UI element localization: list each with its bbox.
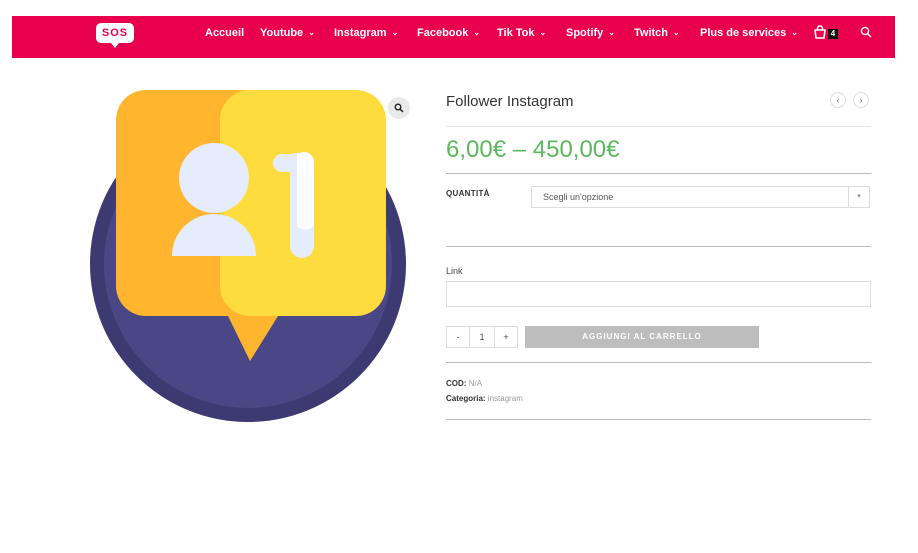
quantity-select-value: Scegli un'opzione [543,192,614,202]
category-label: Categoria: [446,394,486,403]
divider [446,246,871,247]
product-category: Categoria: instagram [446,394,523,403]
chevron-down-icon: ⌄ [308,28,315,37]
nav-item-plus-de-services[interactable]: Plus de services ⌄ [700,27,798,39]
add-to-cart-button[interactable]: AGGIUNGI AL CARRELLO [525,326,759,348]
nav-item-youtube[interactable]: Youtube ⌄ [260,27,315,39]
header-navbar: SOS Accueil Youtube ⌄ Instagram ⌄ Facebook… [12,16,895,58]
divider [446,362,871,363]
category-link[interactable]: instagram [488,394,523,403]
divider [446,419,871,420]
divider [446,173,871,174]
quantity-select[interactable]: Scegli un'opzione ▾ [531,186,870,208]
chevron-right-icon: › [859,95,863,105]
nav-item-accueil[interactable]: Accueil [205,27,244,39]
nav-item-label: Tik Tok [497,27,535,39]
nav-item-label: Spotify [566,27,604,39]
nav-item-twitch[interactable]: Twitch ⌄ [634,27,680,39]
chevron-down-icon: ⌄ [473,28,481,37]
chevron-down-icon: ⌄ [791,28,798,37]
nav-item-label: Youtube [260,27,304,39]
quantity-label: QUANTITÀ [446,189,490,198]
zoom-icon [394,103,404,113]
chevron-down-icon: ⌄ [391,28,399,37]
nav-item-label: Accueil [205,27,245,39]
quantity-input[interactable]: 1 [469,326,495,348]
cart-count-badge: 4 [828,29,838,39]
prev-product-button[interactable]: ‹ [830,92,846,108]
chevron-down-icon: ⌄ [608,28,615,37]
search-icon[interactable] [860,25,872,43]
next-product-button[interactable]: › [853,92,869,108]
sku-value: N/A [468,379,483,388]
nav-item-instagram[interactable]: Instagram ⌄ [334,27,398,39]
product-title: Follower Instagram [446,93,574,110]
site-logo[interactable]: SOS [96,23,134,48]
nav-item-label: Instagram [334,27,387,39]
product-price: 6,00€ – 450,00€ [446,136,620,163]
chevron-left-icon: ‹ [836,95,840,105]
zoom-button[interactable] [388,97,410,119]
divider [446,126,871,127]
quantity-decrease-button[interactable]: - [446,326,470,348]
nav-item-spotify[interactable]: Spotify ⌄ [566,27,615,39]
nav-item-label: Plus de services [700,27,787,39]
chevron-down-icon: ▾ [848,187,869,207]
chevron-down-icon: ⌄ [539,28,547,37]
nav-item-facebook[interactable]: Facebook ⌄ [417,27,480,39]
shopping-bag-icon[interactable] [813,25,827,44]
product-image [88,86,418,426]
sku-label: COD: [446,379,467,388]
product-sku: COD: N/A [446,379,482,388]
nav-item-label: Twitch [634,27,669,39]
link-field[interactable] [446,281,871,307]
chevron-down-icon: ⌄ [673,28,680,37]
link-label: Link [446,266,463,276]
nav-item-label: Facebook [417,27,469,39]
nav-item-tiktok[interactable]: Tik Tok ⌄ [497,27,546,39]
quantity-increase-button[interactable]: + [494,326,518,348]
